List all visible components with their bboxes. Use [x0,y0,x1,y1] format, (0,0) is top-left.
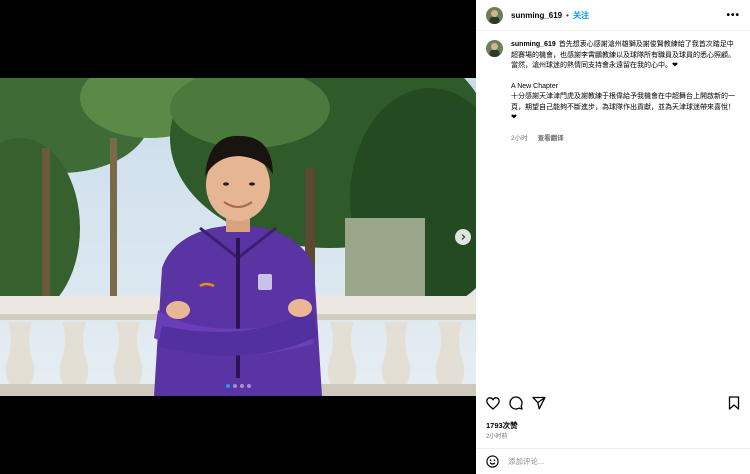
post-sidebar: sunming_619 • 关注 ••• sunming_619 首先想衷心感謝滄… [476,0,750,474]
save-button[interactable] [728,396,740,410]
avatar[interactable] [486,40,503,57]
caption-text: sunming_619 首先想衷心感謝滄州雄獅及謝俊賢教練給了我首次踏足中超賽場的… [511,40,740,144]
follow-button[interactable]: 关注 [573,10,589,21]
caption-username[interactable]: sunming_619 [511,41,556,48]
profile-picture-icon [486,40,503,57]
post-timestamp: 2小时前 [486,434,508,440]
post-caption: sunming_619 首先想衷心感謝滄州雄獅及謝俊賢教練給了我首次踏足中超賽場的… [486,40,740,144]
caption-timestamp: 2小时 [511,134,528,142]
emoji-button[interactable] [486,455,499,468]
like-button[interactable] [486,396,500,410]
carousel-dot [246,384,251,388]
comment-button[interactable] [509,396,523,410]
more-options-button[interactable]: ••• [726,10,740,21]
post-photo[interactable] [0,78,476,396]
send-icon [532,396,546,410]
share-button[interactable] [532,396,546,410]
carousel-dot [239,384,244,388]
comment-input[interactable] [508,457,708,466]
media-viewer [0,0,476,474]
chevron-right-icon [461,234,466,240]
avatar[interactable] [486,6,503,24]
carousel-dot [225,384,230,388]
comment-icon [509,396,523,410]
chapter-title: A New Chapter [511,82,559,90]
caption-paragraph: 十分感謝天津津門虎及謝教練于根偉給予我機會在中超舞台上開啟新的一頁，期望自己能夠… [511,93,735,121]
next-photo-button[interactable] [455,229,471,245]
like-count[interactable]: 1793次赞 [486,420,518,431]
separator-dot: • [566,10,569,20]
bookmark-icon [728,396,740,410]
caption-meta: 2小时 查看翻译 [511,134,740,145]
smiley-icon [486,455,499,468]
post-actions [486,395,740,411]
heart-icon [486,396,500,410]
player-photo-image [0,78,476,396]
comment-bar [476,448,750,474]
profile-picture-icon [486,6,503,24]
carousel-dot [232,384,237,388]
post-header: sunming_619 • 关注 ••• [476,0,750,31]
carousel-indicator [0,384,476,388]
caption-paragraph: sunming_619 首先想衷心感謝滄州雄獅及謝俊賢教練給了我首次踏足中超賽場的… [511,40,740,72]
username-link[interactable]: sunming_619 [511,11,562,20]
see-translation-link[interactable]: 查看翻译 [538,134,564,145]
